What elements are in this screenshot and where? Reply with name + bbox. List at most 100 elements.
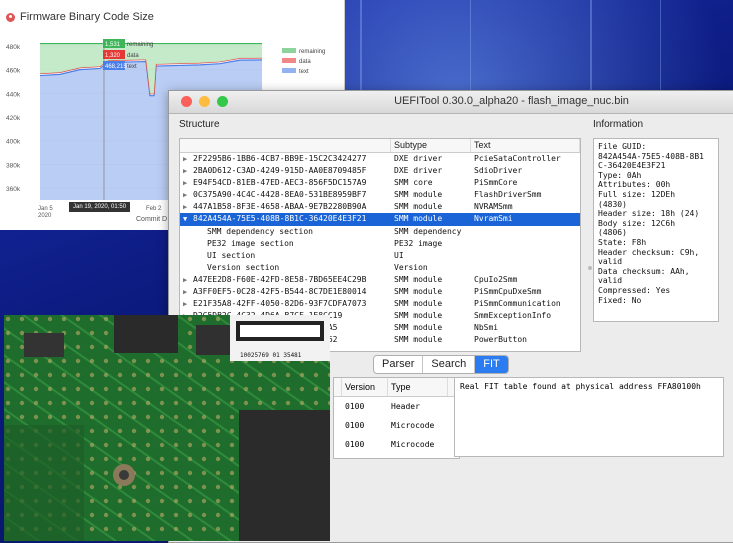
tree-row[interactable]: ▶ A3FF0EF5-0C28-42F5-B544-8C7DE1E80014 SMM… (180, 286, 580, 298)
fit-type: Microcode (391, 440, 435, 449)
tree-row[interactable]: Version section Version (180, 262, 580, 274)
chart-title: Firmware Binary Code Size (6, 11, 154, 23)
y-tick-label: 480k (6, 44, 21, 51)
tree-row-text (471, 238, 580, 250)
tree-row-subtype: SMM dependency (394, 226, 462, 236)
fit-type: Microcode (391, 421, 435, 430)
expand-arrow-icon[interactable]: ▶ (183, 201, 193, 213)
fit-col-version[interactable]: Version (342, 378, 388, 396)
y-tick-label: 420k (6, 115, 21, 122)
tree-row-name: ▶ 0C375A90-4C4C-4428-8EA0-531BE8959BF7 (183, 189, 367, 201)
tree-row-text (471, 226, 580, 238)
fit-row[interactable]: 0100 Microcode (334, 416, 459, 435)
info-line: 842A454A-75E5-408B-8B1 (598, 151, 704, 161)
y-tick-label: 360k (6, 186, 21, 193)
x-tick-label: Jan 5 (38, 206, 53, 212)
info-line: Data checksum: AAh, (598, 266, 690, 276)
expand-arrow-icon[interactable]: ▶ (183, 274, 193, 286)
pin-icon (6, 12, 15, 22)
tree-row-text: NbSmi (474, 323, 499, 333)
tree-row[interactable]: UI section UI (180, 250, 580, 262)
tree-row-name: ▶ 2F2295B6-1BB6-4CB7-BB9E-15C2C3424277 (183, 153, 367, 165)
info-line: (4830) (598, 199, 627, 209)
col-text[interactable]: Text (471, 139, 580, 152)
tree-row-text (471, 262, 580, 274)
info-line: valid (598, 276, 623, 286)
info-line: Body size: 12C6h (598, 218, 676, 228)
col-subtype[interactable]: Subtype (391, 139, 471, 152)
fit-header: Version Type (334, 378, 459, 397)
tree-row[interactable]: ▶ 0C375A90-4C4C-4428-8EA0-531BE8959BF7 SMM… (180, 189, 580, 201)
info-line: Attributes: 00h (598, 180, 671, 190)
tree-row-name: ▶ E21F35A8-42FF-4050-82D6-93F7CDFA7073 (183, 298, 367, 310)
info-line: Type: 0Ah (598, 170, 642, 180)
legend-label: data (299, 59, 311, 65)
legend-swatch (282, 48, 296, 53)
tree-row-subtype: DXE driver (394, 154, 443, 163)
info-line: Header checksum: C9h, (598, 247, 700, 257)
tab-fit[interactable]: FIT (475, 356, 508, 373)
info-line: Fixed: No (598, 295, 642, 305)
col-name[interactable] (180, 139, 391, 152)
expand-arrow-icon[interactable]: ▶ (183, 165, 193, 177)
fit-version: 0100 (345, 440, 365, 449)
y-tick-label: 440k (6, 91, 21, 98)
svg-text:10025769 01 35481: 10025769 01 35481 (240, 352, 302, 359)
expand-arrow-icon[interactable]: ▶ (183, 153, 193, 165)
tree-row-text: PowerButton (474, 335, 527, 345)
expand-arrow-icon[interactable]: ▶ (183, 189, 193, 201)
tree-row-name: Version section (207, 262, 280, 272)
tree-row-text: FlashDriverSmm (474, 190, 542, 200)
tree-row-name: ▶ 447A1B58-8F3E-4658-ABAA-9E7B2280B90A (183, 201, 367, 213)
tree-row[interactable]: ▼ 842A454A-75E5-408B-8B1C-36420E4E3F21 SMM… (180, 213, 580, 226)
tooltip-value: 468,215 (105, 64, 127, 70)
tree-row-subtype: SMM module (394, 214, 443, 224)
tree-row-text: PiSmmCommunication (474, 299, 561, 309)
tree-row[interactable]: ▶ 2F2295B6-1BB6-4CB7-BB9E-15C2C3424277 DXE… (180, 153, 580, 165)
tree-row[interactable]: ▶ 2BA0D612-C3AD-4249-915D-AA0E8709485F DXE… (180, 165, 580, 177)
tree-row[interactable]: ▶ 447A1B58-8F3E-4658-ABAA-9E7B2280B90A SMM… (180, 201, 580, 213)
tree-row-subtype: SMM module (394, 299, 443, 309)
info-line: (4806) (598, 228, 627, 238)
fit-message: Real FIT table found at physical address… (454, 377, 724, 457)
splitter-handle[interactable] (588, 266, 592, 270)
tab-parser[interactable]: Parser (374, 356, 424, 373)
fit-row[interactable]: 0100 Microcode (334, 435, 459, 454)
fit-type: Header (391, 402, 420, 411)
info-line: C-36420E4E3F21 (598, 161, 666, 171)
tab-search[interactable]: Search (423, 356, 476, 373)
tooltip-series-name: text (127, 64, 137, 70)
expand-arrow-icon[interactable]: ▶ (183, 298, 193, 310)
tree-row-text: PiSmmCpuDxeSmm (474, 287, 542, 297)
tree-row-subtype: SMM core (394, 178, 433, 188)
legend-swatch (282, 68, 296, 73)
expanded-arrow-icon[interactable]: ▼ (183, 213, 193, 225)
tree-row-name: UI section (207, 250, 256, 260)
tree-header: Subtype Text (180, 139, 580, 153)
tooltip-value: 1,531 (105, 42, 121, 48)
tree-row-name: PE32 image section (207, 238, 294, 248)
tree-row[interactable]: PE32 image section PE32 image (180, 238, 580, 250)
info-line: Compressed: Yes (598, 285, 671, 295)
tree-row[interactable]: ▶ A47EE2D8-F60E-42FD-8E58-7BD65EE4C29B SMM… (180, 274, 580, 286)
tree-row-subtype: SMM module (394, 287, 443, 297)
tree-row[interactable]: ▶ E21F35A8-42FF-4050-82D6-93F7CDFA7073 SMM… (180, 298, 580, 310)
legend-swatch (282, 58, 296, 63)
tree-row[interactable]: ▶ E94F54CD-81EB-47ED-AEC3-856F5DC157A9 SMM… (180, 177, 580, 189)
tooltip-series-name: data (127, 53, 139, 59)
fit-table[interactable]: Version Type 0100 Header 0100 Microcode 0100… (333, 377, 460, 459)
structure-label: Structure (179, 119, 220, 130)
tree-row-subtype: SMM module (394, 190, 443, 200)
tree-row-text: NvramSmi (474, 214, 513, 224)
title-bar: UEFITool 0.30.0_alpha20 - flash_image_nu… (169, 91, 733, 114)
tree-row[interactable]: SMM dependency section SMM dependency (180, 226, 580, 238)
tree-row-name: ▶ A47EE2D8-F60E-42FD-8E58-7BD65EE4C29B (183, 274, 367, 286)
tree-row-name: ▶ 2BA0D612-C3AD-4249-915D-AA0E8709485F (183, 165, 367, 177)
fit-col-type[interactable]: Type (388, 378, 448, 396)
tree-row-text: NVRAMSmm (474, 202, 513, 212)
expand-arrow-icon[interactable]: ▶ (183, 286, 193, 298)
commit-axis-label: Commit D (136, 216, 168, 223)
expand-arrow-icon[interactable]: ▶ (183, 177, 193, 189)
fit-row[interactable]: 0100 Header (334, 397, 459, 416)
information-panel: File GUID: 842A454A-75E5-408B-8B1 C-36420E… (593, 138, 719, 322)
